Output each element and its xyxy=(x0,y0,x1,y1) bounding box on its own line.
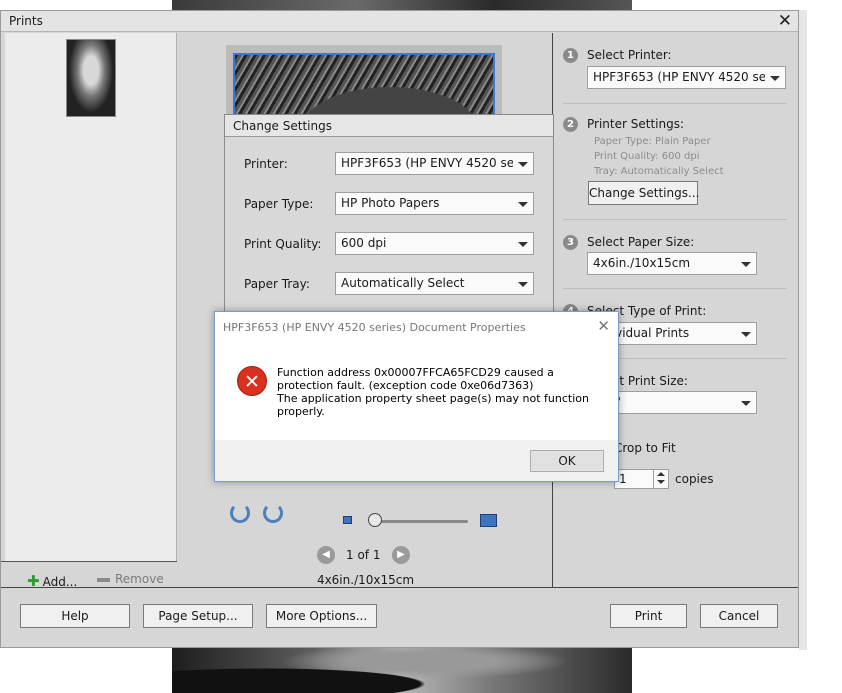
cs-printer-select[interactable]: HPF3F653 (HP ENVY 4520 series) xyxy=(335,152,534,175)
chevron-down-icon xyxy=(518,202,528,207)
step-label: Select Paper Size: xyxy=(587,235,695,249)
paper-type-info: Paper Type: Plain Paper xyxy=(594,136,711,147)
printer-select-value: HPF3F653 (HP ENVY 4520 series) xyxy=(593,70,765,84)
rotate-left-icon[interactable] xyxy=(230,503,250,523)
error-message-line1: Function address 0x00007FFCA65FCD29 caus… xyxy=(277,366,554,392)
dialog-title: Change Settings xyxy=(225,115,553,137)
zoom-in-icon[interactable] xyxy=(480,514,497,527)
print-button[interactable]: Print xyxy=(610,604,687,628)
chevron-down-icon xyxy=(741,262,751,267)
cs-printer-value: HPF3F653 (HP ENVY 4520 series) xyxy=(341,156,513,170)
divider xyxy=(563,103,787,104)
chevron-down-icon xyxy=(518,242,528,247)
cs-print-quality-select[interactable]: 600 dpi xyxy=(335,232,534,255)
copies-value: 1 xyxy=(619,472,627,486)
print-preview xyxy=(226,45,502,125)
chevron-down-icon xyxy=(741,332,751,337)
thumbnail-toolbar: ✚ Add... Remove xyxy=(1,561,177,590)
tray-info: Tray: Automatically Select xyxy=(594,166,724,177)
copies-stepper[interactable]: 1 xyxy=(614,469,669,489)
preview-paper-size: 4x6in./10x15cm xyxy=(316,573,415,587)
paper-tray-label: Paper Tray: xyxy=(244,277,310,291)
printer-label: Printer: xyxy=(244,157,288,171)
rotate-right-icon[interactable] xyxy=(263,503,283,523)
stepper-arrows[interactable] xyxy=(653,470,668,488)
help-button[interactable]: Help xyxy=(20,604,130,628)
ok-button[interactable]: OK xyxy=(530,450,604,472)
cancel-button[interactable]: Cancel xyxy=(700,604,778,628)
bottom-button-bar: Help Page Setup... More Options... Print… xyxy=(1,587,798,647)
print-quality-info: Print Quality: 600 dpi xyxy=(594,151,700,162)
step-number: 2 xyxy=(563,117,578,132)
close-icon[interactable]: ✕ xyxy=(778,11,792,31)
remove-label: Remove xyxy=(115,572,164,586)
page-setup-button[interactable]: Page Setup... xyxy=(143,604,253,628)
divider xyxy=(563,219,787,220)
background-photo-bottom xyxy=(172,648,632,693)
photo-thumbnail[interactable] xyxy=(66,39,116,117)
step-number: 1 xyxy=(563,48,578,63)
step-label: Select Printer: xyxy=(587,48,672,62)
more-options-button[interactable]: More Options... xyxy=(266,604,377,628)
settings-panel: 1 Select Printer: HPF3F653 (HP ENVY 4520… xyxy=(554,33,797,587)
step-label: Printer Settings: xyxy=(587,117,684,131)
chevron-down-icon xyxy=(518,282,528,287)
error-dialog-footer: OK xyxy=(215,440,618,481)
error-dialog: HPF3F653 (HP ENVY 4520 series) Document … xyxy=(214,311,619,482)
printer-select[interactable]: HPF3F653 (HP ENVY 4520 series) xyxy=(587,66,786,89)
change-settings-button[interactable]: Change Settings... xyxy=(588,181,699,205)
title-bar: Prints ✕ xyxy=(1,11,798,32)
change-settings-dialog: Change Settings Printer: HPF3F653 (HP EN… xyxy=(224,114,554,328)
chevron-up-icon[interactable] xyxy=(657,472,665,476)
divider xyxy=(563,288,787,289)
rotate-controls xyxy=(230,503,290,525)
paper-type-label: Paper Type: xyxy=(244,197,314,211)
crop-to-fit-checkbox[interactable]: Crop to Fit xyxy=(614,441,676,455)
cs-print-quality-value: 600 dpi xyxy=(341,236,387,250)
background-photo-top xyxy=(172,0,632,10)
step-number: 3 xyxy=(563,235,578,250)
chevron-down-icon xyxy=(770,76,780,81)
background-shade xyxy=(799,10,807,650)
page-navigator: ◀ 1 of 1 ▶ xyxy=(317,546,417,566)
cs-paper-type-value: HP Photo Papers xyxy=(341,196,440,210)
error-message: Function address 0x00007FFCA65FCD29 caus… xyxy=(277,366,607,418)
cs-paper-tray-select[interactable]: Automatically Select xyxy=(335,272,534,295)
error-dialog-title: HPF3F653 (HP ENVY 4520 series) Document … xyxy=(223,321,526,334)
crop-to-fit-label: Crop to Fit xyxy=(614,441,676,455)
close-icon[interactable]: ✕ xyxy=(597,317,610,335)
chevron-down-icon[interactable] xyxy=(657,480,665,484)
next-page-icon[interactable]: ▶ xyxy=(392,546,410,564)
remove-button[interactable]: Remove xyxy=(97,572,164,586)
previous-page-icon[interactable]: ◀ xyxy=(317,546,335,564)
chevron-down-icon xyxy=(518,162,528,167)
chevron-down-icon xyxy=(741,401,751,406)
paper-size-value: 4x6in./10x15cm xyxy=(593,256,691,270)
thumbnail-panel xyxy=(5,33,177,565)
print-quality-label: Print Quality: xyxy=(244,237,322,251)
cs-paper-tray-value: Automatically Select xyxy=(341,276,465,290)
error-x-icon: ✕ xyxy=(237,366,267,396)
cs-paper-type-select[interactable]: HP Photo Papers xyxy=(335,192,534,215)
paper-size-select[interactable]: 4x6in./10x15cm xyxy=(587,252,757,275)
page-indicator: 1 of 1 xyxy=(346,548,381,562)
minus-icon xyxy=(97,577,110,582)
zoom-out-icon[interactable] xyxy=(343,516,352,524)
copies-label: copies xyxy=(675,472,714,486)
zoom-slider-track[interactable] xyxy=(374,520,468,523)
zoom-slider-thumb[interactable] xyxy=(368,513,382,527)
error-message-line2: The application property sheet page(s) m… xyxy=(277,392,589,418)
window-title: Prints xyxy=(9,14,43,28)
